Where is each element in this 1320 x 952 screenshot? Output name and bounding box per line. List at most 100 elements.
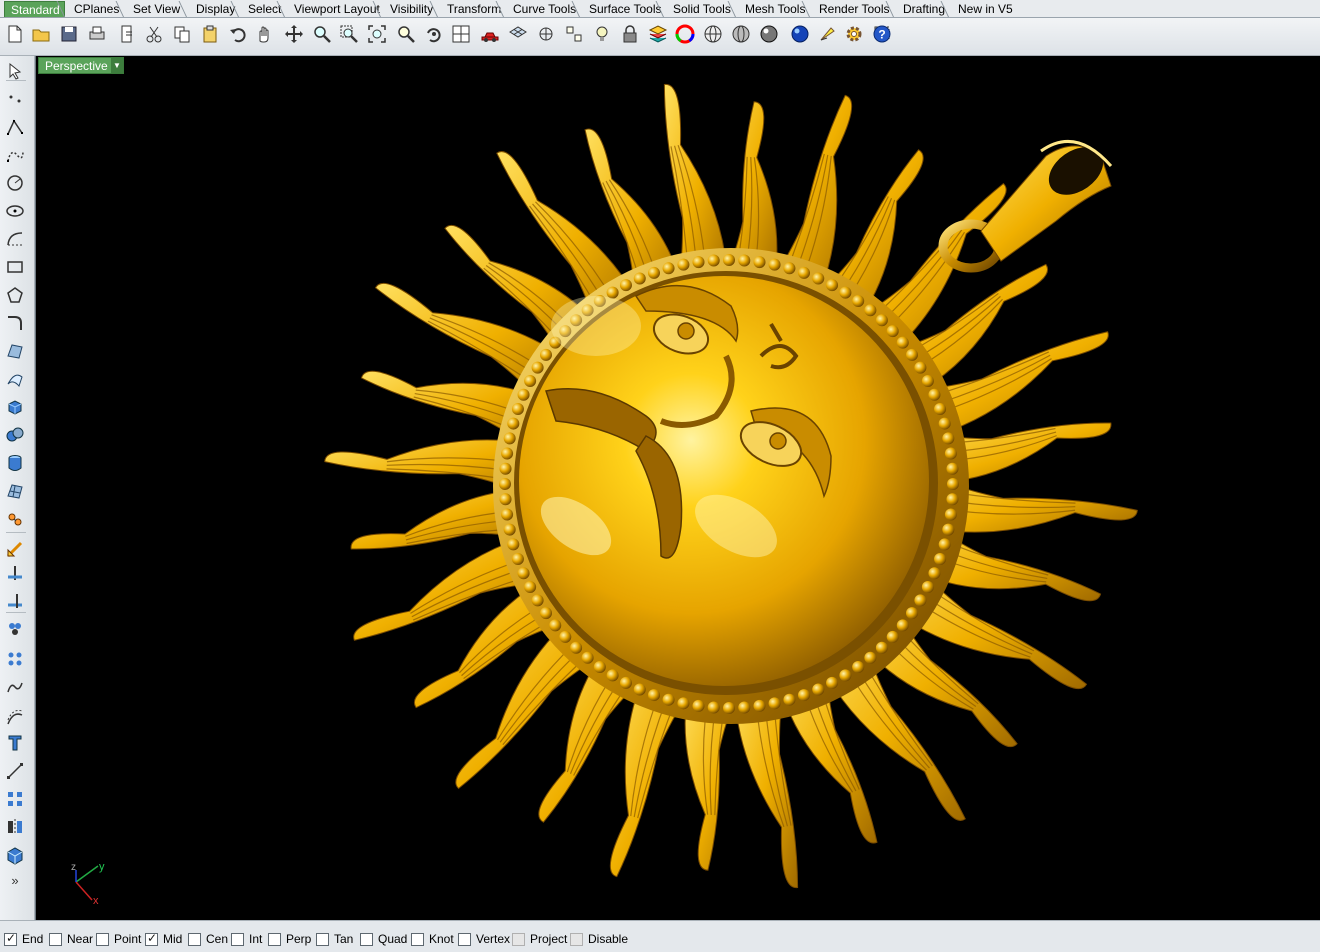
osnap-int[interactable]: Int	[231, 931, 262, 947]
osnap-checkbox[interactable]	[49, 932, 62, 946]
osnap-checkbox[interactable]	[360, 932, 373, 946]
boolean-union-icon[interactable]	[4, 424, 26, 446]
osnap-project[interactable]: Project	[512, 931, 567, 947]
osnap-checkbox[interactable]	[411, 932, 424, 946]
text-icon[interactable]	[4, 732, 26, 754]
group-icon[interactable]	[4, 618, 26, 640]
tab-transform[interactable]: Transform	[437, 1, 505, 17]
more-icon[interactable]: »	[4, 870, 26, 892]
osnap-vertex[interactable]: Vertex	[458, 931, 510, 947]
osnap-checkbox[interactable]	[231, 932, 244, 946]
car-icon[interactable]	[478, 22, 502, 46]
shaded-sphere-icon[interactable]	[729, 22, 753, 46]
array-icon[interactable]	[4, 788, 26, 810]
viewport-menu-arrow-icon[interactable]: ▼	[111, 58, 123, 73]
help-icon[interactable]: ?	[870, 22, 894, 46]
split-icon[interactable]	[4, 562, 26, 584]
tab-surface-tools[interactable]: Surface Tools	[579, 1, 666, 17]
fillet-curve-icon[interactable]	[4, 312, 26, 334]
arc-icon[interactable]	[4, 228, 26, 250]
four-viewports-icon[interactable]	[449, 22, 473, 46]
offset-icon[interactable]	[4, 706, 26, 728]
save-icon[interactable]	[57, 22, 81, 46]
osnap-checkbox[interactable]	[96, 932, 109, 946]
tab-new-in-v5[interactable]: New in V5	[948, 1, 1017, 17]
snap-icon[interactable]	[562, 22, 586, 46]
print-icon[interactable]	[85, 22, 109, 46]
tab-solid-tools[interactable]: Solid Tools	[663, 1, 735, 17]
osnap-checkbox[interactable]	[512, 932, 525, 946]
dimension-icon[interactable]	[4, 760, 26, 782]
grid-icon[interactable]	[506, 22, 530, 46]
osnap-checkbox[interactable]	[4, 931, 17, 946]
rendered-sphere-icon[interactable]	[757, 22, 781, 46]
rotate-view-icon[interactable]	[282, 22, 306, 46]
new-file-icon[interactable]	[2, 22, 26, 46]
mirror-icon[interactable]	[4, 816, 26, 838]
osnap-checkbox[interactable]	[145, 931, 158, 946]
polyline-icon[interactable]	[4, 116, 26, 138]
ellipse-icon[interactable]	[4, 200, 26, 222]
tab-drafting[interactable]: Drafting	[893, 1, 949, 17]
edit-points-icon[interactable]	[4, 538, 26, 560]
surface-icon[interactable]	[4, 340, 26, 362]
tab-curve-tools[interactable]: Curve Tools	[503, 1, 580, 17]
cylinder-icon[interactable]	[4, 452, 26, 474]
osnap-end[interactable]: End	[4, 931, 43, 947]
options-gear-icon[interactable]	[842, 22, 866, 46]
paste-icon[interactable]	[198, 22, 222, 46]
osnap-checkbox[interactable]	[570, 932, 583, 946]
tab-mesh-tools[interactable]: Mesh Tools	[735, 1, 809, 17]
layers-icon[interactable]	[646, 22, 670, 46]
lightbulb-icon[interactable]	[590, 22, 614, 46]
sun-pendant-model[interactable]	[36, 56, 1320, 920]
osnap-checkbox[interactable]	[316, 932, 329, 946]
osnap-quad[interactable]: Quad	[360, 931, 407, 947]
wireframe-sphere-icon[interactable]	[701, 22, 725, 46]
tab-visibility[interactable]: Visibility	[380, 1, 437, 17]
zoom-selected-icon[interactable]	[394, 22, 418, 46]
tab-set-view[interactable]: Set View	[123, 1, 184, 17]
circle-icon[interactable]	[4, 172, 26, 194]
viewport-title-tab[interactable]: Perspective ▼	[38, 57, 124, 74]
tab-render-tools[interactable]: Render Tools	[809, 1, 894, 17]
rectangle-icon[interactable]	[4, 256, 26, 278]
color-wheel-icon[interactable]	[673, 22, 697, 46]
explode-icon[interactable]	[4, 648, 26, 670]
osnap-mid[interactable]: Mid	[145, 931, 182, 947]
open-folder-icon[interactable]	[29, 22, 53, 46]
tab-viewport-layout[interactable]: Viewport Layout	[284, 1, 384, 17]
loft-icon[interactable]	[4, 368, 26, 390]
tab-cplanes[interactable]: CPlanes	[64, 1, 123, 17]
mesh-icon[interactable]	[4, 480, 26, 502]
pan-hand-icon[interactable]	[252, 22, 276, 46]
trim-icon[interactable]	[4, 590, 26, 612]
undo-view-icon[interactable]	[421, 22, 445, 46]
transform-icon[interactable]	[4, 508, 26, 530]
light-icon[interactable]	[815, 22, 839, 46]
tab-standard[interactable]: Standard	[4, 1, 65, 17]
osnap-tan[interactable]: Tan	[316, 931, 353, 947]
curve-icon[interactable]	[4, 144, 26, 166]
import-icon[interactable]	[115, 22, 139, 46]
osnap-cen[interactable]: Cen	[188, 931, 228, 947]
osnap-perp[interactable]: Perp	[268, 931, 311, 947]
lock-icon[interactable]	[618, 22, 642, 46]
osnap-near[interactable]: Near	[49, 931, 93, 947]
cplane-icon[interactable]	[534, 22, 558, 46]
osnap-point[interactable]: Point	[96, 931, 141, 947]
blue-sphere-icon[interactable]	[788, 22, 812, 46]
osnap-checkbox[interactable]	[188, 932, 201, 946]
zoom-extents-icon[interactable]	[365, 22, 389, 46]
cut-icon[interactable]	[142, 22, 166, 46]
osnap-knot[interactable]: Knot	[411, 931, 454, 947]
solid-box-icon[interactable]	[4, 844, 26, 866]
select-arrow-icon[interactable]	[4, 60, 26, 82]
osnap-checkbox[interactable]	[458, 932, 471, 946]
zoom-dynamic-icon[interactable]	[310, 22, 334, 46]
zoom-window-icon[interactable]	[337, 22, 361, 46]
polygon-icon[interactable]	[4, 284, 26, 306]
point-icon[interactable]	[4, 86, 26, 108]
box-icon[interactable]	[4, 396, 26, 418]
copy-icon[interactable]	[170, 22, 194, 46]
